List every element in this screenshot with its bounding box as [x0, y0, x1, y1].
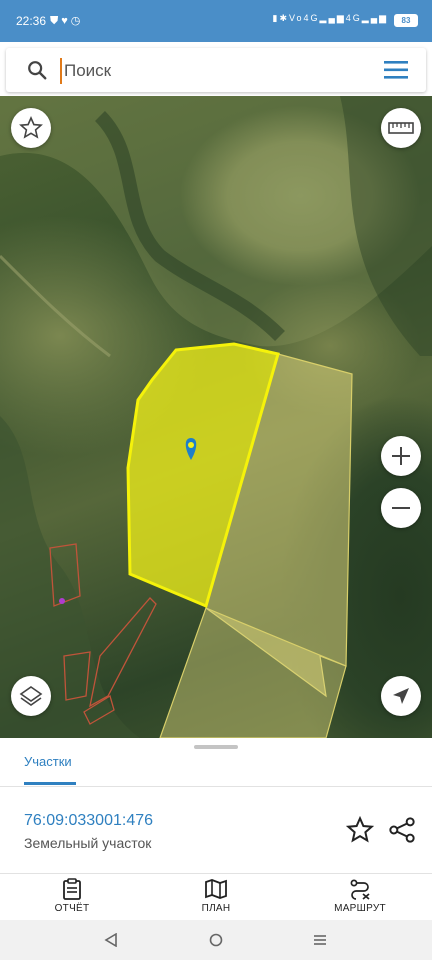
- zoom-out-icon: [392, 507, 410, 509]
- 4g-signal-icon: 4G▂▄▆: [303, 13, 346, 23]
- layers-button[interactable]: [11, 676, 51, 716]
- report-nav-label: ОТЧЁТ: [54, 903, 90, 914]
- bottom-navigation: ОТЧЁТ ПЛАН МАРШРУТ: [0, 874, 432, 920]
- tab-parcels[interactable]: Участки: [24, 754, 72, 769]
- zoom-in-button[interactable]: [381, 436, 421, 476]
- plan-nav-button[interactable]: ПЛАН: [161, 878, 271, 914]
- clipboard-icon: [63, 878, 81, 900]
- status-time: 22:36: [16, 14, 47, 28]
- zoom-in-icon: [392, 447, 410, 465]
- status-bar: 22:36 ⛊♥◷ ▮✱Vo4G▂▄▆4G▂▄▆ 83: [0, 0, 432, 42]
- ruler-button[interactable]: [381, 108, 421, 148]
- heart-icon: ♥: [61, 15, 71, 27]
- home-icon[interactable]: [209, 933, 223, 947]
- ruler-icon: [388, 122, 414, 134]
- route-icon: [350, 879, 370, 900]
- map-icon: [205, 879, 227, 899]
- parcel-type: Земельный участок: [24, 835, 152, 851]
- bluetooth-icon: ✱: [279, 13, 290, 23]
- recent-apps-icon[interactable]: [313, 933, 327, 947]
- system-icons: ▮✱Vo4G▂▄▆4G▂▄▆: [273, 13, 388, 24]
- system-navigation-bar: [0, 920, 432, 960]
- back-icon[interactable]: [104, 933, 118, 947]
- star-icon[interactable]: [346, 816, 374, 844]
- zoom-out-button[interactable]: [381, 488, 421, 528]
- battery-indicator: 83: [394, 14, 418, 27]
- plan-nav-label: ПЛАН: [201, 903, 231, 914]
- volte-icon: Vo: [289, 13, 304, 23]
- menu-icon[interactable]: [384, 60, 410, 80]
- shield-icon: ⛊: [50, 15, 62, 27]
- my-location-button[interactable]: [381, 676, 421, 716]
- route-nav-label: МАРШРУТ: [334, 903, 386, 914]
- map-overlays: [0, 96, 432, 738]
- divider: [0, 786, 432, 787]
- tab-active-indicator: [24, 782, 76, 785]
- share-icon[interactable]: [388, 816, 416, 844]
- layers-icon: [19, 686, 43, 706]
- 4g-signal-icon: 4G▂▄▆: [345, 13, 388, 23]
- alarm-icon: ◷: [70, 15, 84, 27]
- location-arrow-icon: [393, 688, 409, 704]
- search-input[interactable]: [60, 58, 366, 84]
- parcel-cadastral-number[interactable]: 76:09:033001:476: [24, 812, 153, 830]
- search-bar: [6, 48, 426, 92]
- sheet-drag-handle[interactable]: [194, 745, 238, 749]
- dirt-road: [0, 254, 111, 358]
- map-view[interactable]: [0, 96, 432, 738]
- report-nav-button[interactable]: ОТЧЁТ: [17, 878, 127, 914]
- notification-icons: ⛊♥◷: [50, 14, 83, 28]
- favorite-star-icon: [19, 116, 43, 139]
- favorite-button[interactable]: [11, 108, 51, 148]
- map-poi-dot: [59, 598, 65, 604]
- route-nav-button[interactable]: МАРШРУТ: [305, 878, 415, 914]
- search-icon[interactable]: [26, 59, 48, 81]
